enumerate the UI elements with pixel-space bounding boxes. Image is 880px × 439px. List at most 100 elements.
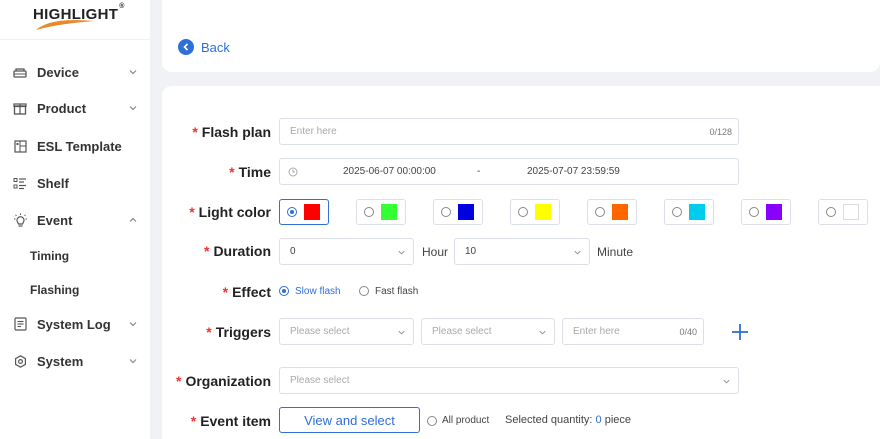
sidebar-item-label: Product <box>37 100 87 116</box>
sidebar-item-system-log[interactable]: System Log <box>0 306 150 342</box>
effect-fast-label[interactable]: Fast flash <box>375 286 418 297</box>
hour-unit: Hour <box>422 245 449 259</box>
trigger-input-count: 0/40 <box>679 327 697 337</box>
back-arrow-icon <box>178 39 194 55</box>
flash-plan-count: 0/128 <box>709 127 732 137</box>
all-product-label[interactable]: All product <box>442 415 489 426</box>
color-radio <box>287 207 297 217</box>
trigger-select-1-placeholder: Please select <box>290 326 350 337</box>
sidebar-item-event[interactable]: Event <box>0 202 150 238</box>
logo-area: HIGHLIGHT® <box>0 0 150 40</box>
back-button[interactable]: Back <box>178 39 230 55</box>
chevron-up-icon <box>129 217 137 222</box>
color-radio <box>441 207 451 217</box>
color-option-white[interactable] <box>818 199 868 225</box>
color-swatch <box>458 204 474 220</box>
color-swatch <box>535 204 551 220</box>
all-product-radio[interactable] <box>427 416 437 426</box>
trigger-input-placeholder: Enter here <box>573 326 620 337</box>
sun-bulb-icon <box>12 212 28 228</box>
device-icon <box>12 64 28 80</box>
log-icon <box>12 316 28 332</box>
trigger-select-2-placeholder: Please select <box>432 326 492 337</box>
color-radio <box>749 207 759 217</box>
color-swatch <box>766 204 782 220</box>
sidebar-subitem-label: Flashing <box>30 283 80 297</box>
color-option-purple[interactable] <box>741 199 791 225</box>
sidebar-item-system[interactable]: System <box>0 343 150 379</box>
view-and-select-button[interactable]: View and select <box>279 407 420 433</box>
flash-plan-input[interactable]: Enter here 0/128 <box>279 118 739 145</box>
sidebar-item-esl-template[interactable]: ESL Template <box>0 128 150 164</box>
organization-placeholder: Please select <box>290 375 350 386</box>
color-option-cyan[interactable] <box>664 199 714 225</box>
color-option-yellow[interactable] <box>510 199 560 225</box>
chevron-down-icon <box>129 359 137 364</box>
sidebar-item-device[interactable]: Device <box>0 54 150 90</box>
time-label: * Time <box>229 164 271 180</box>
sidebar-item-label: System Log <box>37 316 111 332</box>
color-swatch <box>304 204 320 220</box>
color-radio <box>595 207 605 217</box>
sidebar-item-label: System <box>37 353 84 369</box>
sidebar-subitem-flashing[interactable]: Flashing <box>0 275 150 305</box>
sidebar: HIGHLIGHT® Device Product ESL Template S… <box>0 0 150 439</box>
back-label: Back <box>201 39 230 55</box>
sidebar-item-label: ESL Template <box>37 138 122 154</box>
color-radio <box>672 207 682 217</box>
color-option-orange[interactable] <box>587 199 637 225</box>
clock-icon <box>288 167 298 177</box>
gear-icon <box>12 353 28 369</box>
effect-fast-radio[interactable] <box>359 286 369 296</box>
sidebar-subitem-timing[interactable]: Timing <box>0 241 150 271</box>
selected-quantity-suffix: piece <box>604 414 631 426</box>
color-option-green[interactable] <box>356 199 406 225</box>
time-separator: - <box>477 166 481 177</box>
selected-quantity-text: Selected quantity: 0 piece <box>505 414 631 426</box>
trigger-select-2[interactable]: Please select <box>421 318 555 345</box>
duration-label: * Duration <box>203 243 271 259</box>
duration-minutes-value: 10 <box>465 246 477 257</box>
color-radio <box>826 207 836 217</box>
time-range-picker[interactable]: 2025-06-07 00:00:00 - 2025-07-07 23:59:5… <box>279 158 739 185</box>
gift-icon <box>12 100 28 116</box>
sidebar-item-product[interactable]: Product <box>0 90 150 126</box>
flash-plan-label: * Flash plan <box>192 124 271 140</box>
chevron-down-icon <box>398 330 405 335</box>
color-swatch <box>612 204 628 220</box>
shelf-list-icon <box>12 175 28 191</box>
logo-swoosh-icon <box>36 20 94 30</box>
sidebar-subitem-label: Timing <box>30 249 70 263</box>
add-trigger-plus-icon[interactable] <box>731 323 749 341</box>
back-card: Back <box>162 0 880 72</box>
time-end[interactable]: 2025-07-07 23:59:59 <box>527 166 620 177</box>
light-color-label: * Light color <box>189 204 271 220</box>
sidebar-item-label: Shelf <box>37 175 69 191</box>
effect-slow-label[interactable]: Slow flash <box>295 286 341 297</box>
sidebar-item-label: Event <box>37 212 73 228</box>
organization-select[interactable]: Please select <box>279 367 739 394</box>
duration-hours-select[interactable]: 0 <box>279 238 414 265</box>
chevron-down-icon <box>723 379 730 384</box>
trigger-select-1[interactable]: Please select <box>279 318 414 345</box>
trigger-input[interactable]: Enter here 0/40 <box>562 318 704 345</box>
chevron-down-icon <box>539 330 546 335</box>
chevron-down-icon <box>574 250 581 255</box>
color-option-blue[interactable] <box>433 199 483 225</box>
chevron-down-icon <box>129 106 137 111</box>
color-radio <box>364 207 374 217</box>
effect-slow-radio[interactable] <box>279 286 289 296</box>
organization-label: * Organization <box>175 373 271 389</box>
color-option-red[interactable] <box>279 199 329 225</box>
selected-quantity-prefix: Selected quantity: <box>505 414 593 426</box>
triggers-label: * Triggers <box>206 324 271 340</box>
template-icon <box>12 138 28 154</box>
color-swatch <box>381 204 397 220</box>
event-item-label: * Event item <box>190 413 271 429</box>
effect-label: * Effect <box>222 284 271 300</box>
minute-unit: Minute <box>597 245 634 259</box>
sidebar-item-shelf[interactable]: Shelf <box>0 165 150 201</box>
flash-plan-placeholder: Enter here <box>290 126 337 137</box>
time-start[interactable]: 2025-06-07 00:00:00 <box>343 166 436 177</box>
duration-minutes-select[interactable]: 10 <box>454 238 590 265</box>
